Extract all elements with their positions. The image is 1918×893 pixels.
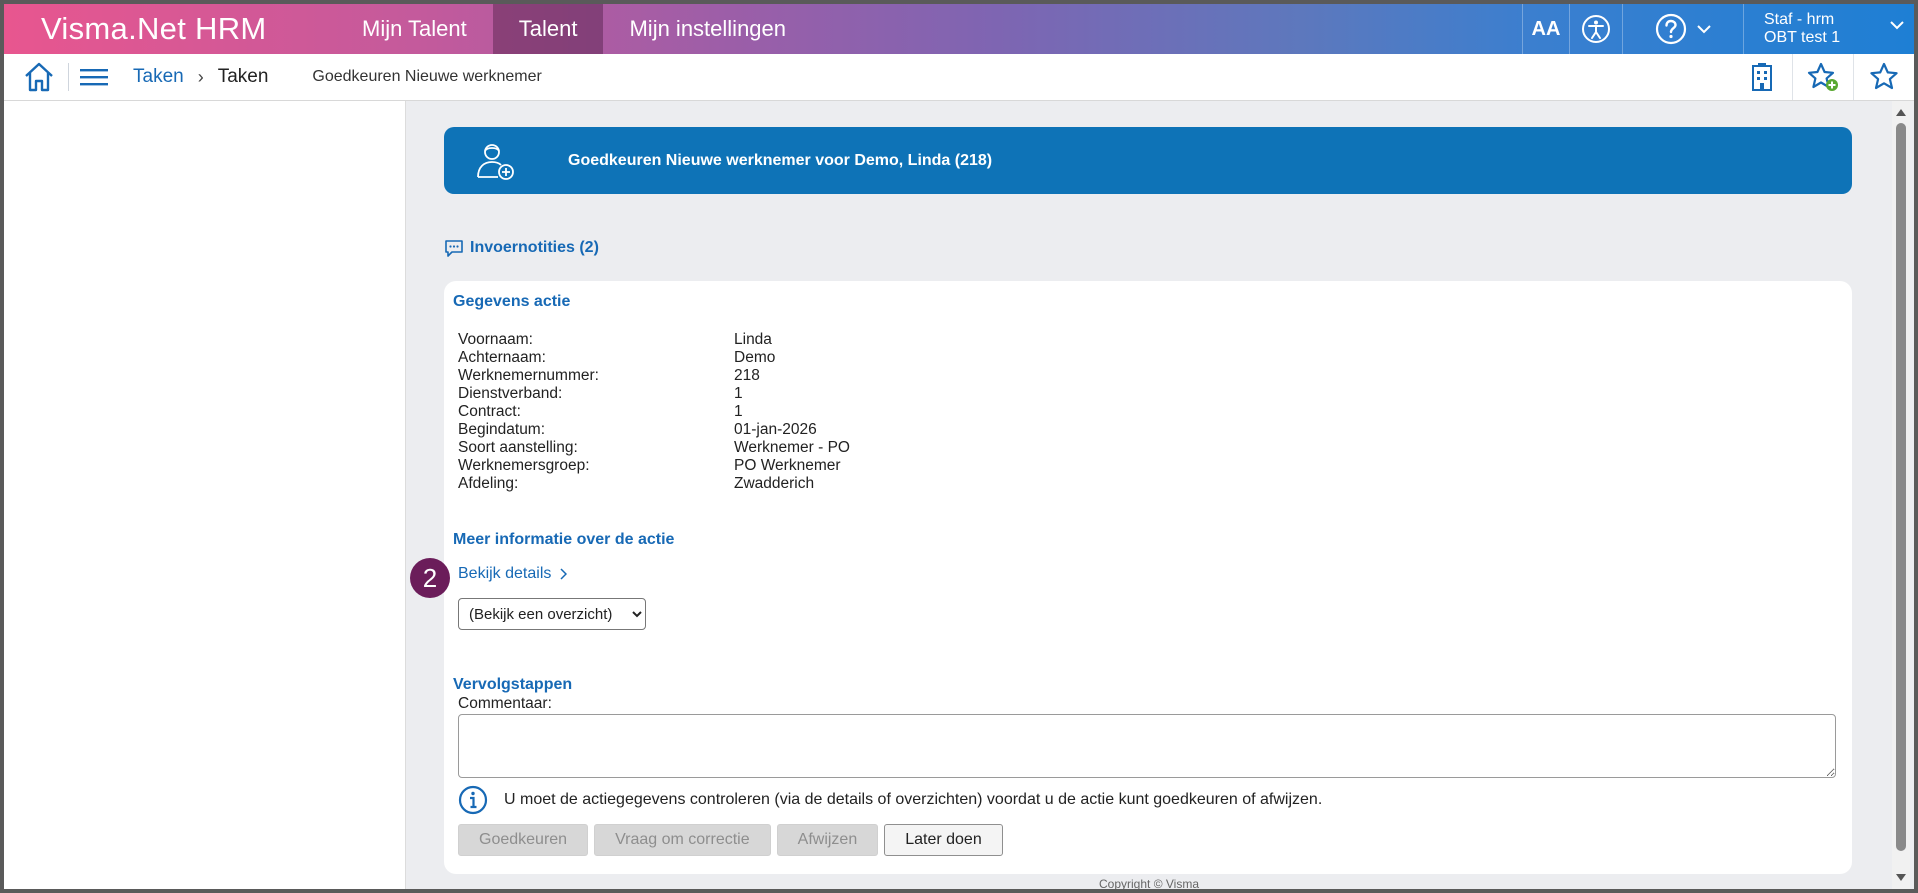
copyright: Copyright © Visma bbox=[1099, 877, 1199, 889]
action-card: Gegevens actie Voornaam: Linda Achternaam… bbox=[410, 281, 1852, 874]
reject-button[interactable]: Afwijzen bbox=[776, 824, 879, 856]
favorites-button[interactable] bbox=[1853, 54, 1914, 100]
hamburger-menu-icon[interactable] bbox=[79, 66, 109, 88]
top-navigation-bar: Visma.Net HRM Mijn Talent Talent Mijn in… bbox=[4, 4, 1914, 54]
detail-row: Werknemernummer: 218 bbox=[458, 367, 850, 385]
top-nav: Mijn Talent Talent Mijn instellingen bbox=[336, 4, 812, 54]
detail-value: PO Werknemer bbox=[734, 457, 841, 474]
new-employee-icon bbox=[477, 143, 514, 180]
top-right-tools: AA Staf - hrm OBT test 1 bbox=[1522, 4, 1914, 54]
left-panel bbox=[4, 101, 406, 889]
action-buttons: Goedkeuren Vraag om correctie Afwijzen L… bbox=[458, 824, 1003, 856]
request-correction-button[interactable]: Vraag om correctie bbox=[594, 824, 771, 856]
scroll-thumb[interactable] bbox=[1896, 123, 1906, 851]
input-notes-label: Invoernotities (2) bbox=[470, 239, 599, 256]
vertical-scrollbar[interactable] bbox=[1892, 101, 1910, 889]
detail-row: Begindatum: 01-jan-2026 bbox=[458, 421, 850, 439]
chevron-down-icon bbox=[1697, 25, 1711, 34]
detail-value: 01-jan-2026 bbox=[734, 421, 817, 438]
user-name: Staf - hrm bbox=[1764, 11, 1835, 28]
detail-value: Zwadderich bbox=[734, 475, 815, 492]
user-context: OBT test 1 bbox=[1764, 29, 1841, 46]
chevron-right-icon bbox=[560, 568, 568, 580]
detail-label: Werknemersgroep: bbox=[458, 457, 590, 474]
view-details-label: Bekijk details bbox=[458, 565, 552, 582]
subbar-actions bbox=[1732, 54, 1914, 100]
divider bbox=[68, 63, 69, 91]
info-text: U moet de actiegegevens controleren (via… bbox=[504, 791, 1323, 808]
detail-value: 1 bbox=[734, 385, 743, 402]
info-message: U moet de actiegegevens controleren (via… bbox=[458, 785, 1322, 815]
tab-talent[interactable]: Talent bbox=[492, 4, 604, 54]
detail-value: 1 bbox=[734, 403, 743, 420]
detail-row: Soort aanstelling: Werknemer - PO bbox=[458, 439, 850, 457]
breadcrumb-bar: Taken › Taken Goedkeuren Nieuwe werkneme… bbox=[4, 54, 1914, 101]
page-subtitle: Goedkeuren Nieuwe werknemer bbox=[312, 68, 542, 85]
detail-value: 218 bbox=[734, 367, 760, 384]
view-details-link[interactable]: Bekijk details bbox=[458, 565, 568, 583]
detail-label: Dienstverband: bbox=[458, 385, 563, 402]
step-badge: 2 bbox=[410, 558, 450, 598]
help-menu[interactable] bbox=[1622, 4, 1743, 54]
star-icon bbox=[1870, 62, 1898, 90]
chevron-down-icon bbox=[1890, 21, 1904, 30]
tab-mijn-instellingen[interactable]: Mijn instellingen bbox=[603, 4, 812, 54]
star-add-icon bbox=[1807, 62, 1838, 91]
detail-value: Werknemer - PO bbox=[734, 439, 850, 456]
add-favorite-button[interactable] bbox=[1792, 54, 1853, 100]
details-list: Voornaam: Linda Achternaam: Demo Werknemer… bbox=[458, 331, 850, 493]
font-size-icon[interactable]: AA bbox=[1522, 4, 1569, 54]
breadcrumb-separator: › bbox=[197, 66, 204, 87]
overview-select[interactable]: (Bekijk een overzicht) bbox=[458, 598, 646, 630]
detail-label: Voornaam: bbox=[458, 331, 533, 348]
breadcrumb-current: Taken bbox=[217, 66, 269, 87]
user-menu[interactable]: Staf - hrm OBT test 1 bbox=[1743, 4, 1914, 54]
help-icon bbox=[1655, 13, 1687, 45]
detail-label: Begindatum: bbox=[458, 421, 546, 438]
banner-title: Goedkeuren Nieuwe werknemer voor Demo, L… bbox=[568, 151, 993, 169]
breadcrumb-link-taken[interactable]: Taken bbox=[133, 66, 184, 88]
section-title-vervolgstappen: Vervolgstappen bbox=[453, 676, 573, 693]
detail-row: Werknemersgroep: PO Werknemer bbox=[458, 457, 850, 475]
section-title-meer-informatie: Meer informatie over de actie bbox=[453, 531, 675, 548]
building-icon bbox=[1752, 63, 1772, 91]
detail-value: Linda bbox=[734, 331, 772, 348]
task-banner: Goedkeuren Nieuwe werknemer voor Demo, L… bbox=[444, 127, 1852, 194]
detail-row: Voornaam: Linda bbox=[458, 331, 850, 349]
main-content: Goedkeuren Nieuwe werknemer voor Demo, L… bbox=[406, 101, 1892, 889]
detail-row: Contract: 1 bbox=[458, 403, 850, 421]
do-later-button[interactable]: Later doen bbox=[884, 824, 1003, 856]
scroll-up-arrow-icon[interactable] bbox=[1896, 109, 1906, 116]
detail-row: Dienstverband: 1 bbox=[458, 385, 850, 403]
detail-value: Demo bbox=[734, 349, 776, 366]
approve-button[interactable]: Goedkeuren bbox=[458, 824, 589, 856]
organization-button[interactable] bbox=[1732, 54, 1792, 100]
app-brand[interactable]: Visma.Net HRM bbox=[4, 4, 336, 54]
info-icon bbox=[458, 785, 488, 815]
accessibility-glyph bbox=[1582, 15, 1610, 43]
accessibility-icon[interactable] bbox=[1569, 4, 1622, 54]
comment-icon bbox=[445, 240, 463, 257]
detail-label: Soort aanstelling: bbox=[458, 439, 578, 456]
detail-row: Afdeling: Zwadderich bbox=[458, 475, 850, 493]
comment-label: Commentaar: bbox=[458, 695, 552, 712]
detail-row: Achternaam: Demo bbox=[458, 349, 850, 367]
input-notes-link[interactable]: Invoernotities (2) bbox=[444, 238, 599, 258]
detail-label: Werknemernummer: bbox=[458, 367, 599, 384]
section-title-gegevens: Gegevens actie bbox=[453, 293, 571, 310]
font-size-icon-label: AA bbox=[1531, 17, 1561, 40]
comment-textarea[interactable] bbox=[458, 714, 1836, 778]
scroll-down-arrow-icon[interactable] bbox=[1896, 874, 1906, 881]
tab-mijn-talent[interactable]: Mijn Talent bbox=[336, 4, 493, 54]
detail-label: Afdeling: bbox=[458, 475, 519, 492]
home-icon[interactable] bbox=[22, 60, 56, 94]
detail-label: Achternaam: bbox=[458, 349, 546, 366]
detail-label: Contract: bbox=[458, 403, 521, 420]
